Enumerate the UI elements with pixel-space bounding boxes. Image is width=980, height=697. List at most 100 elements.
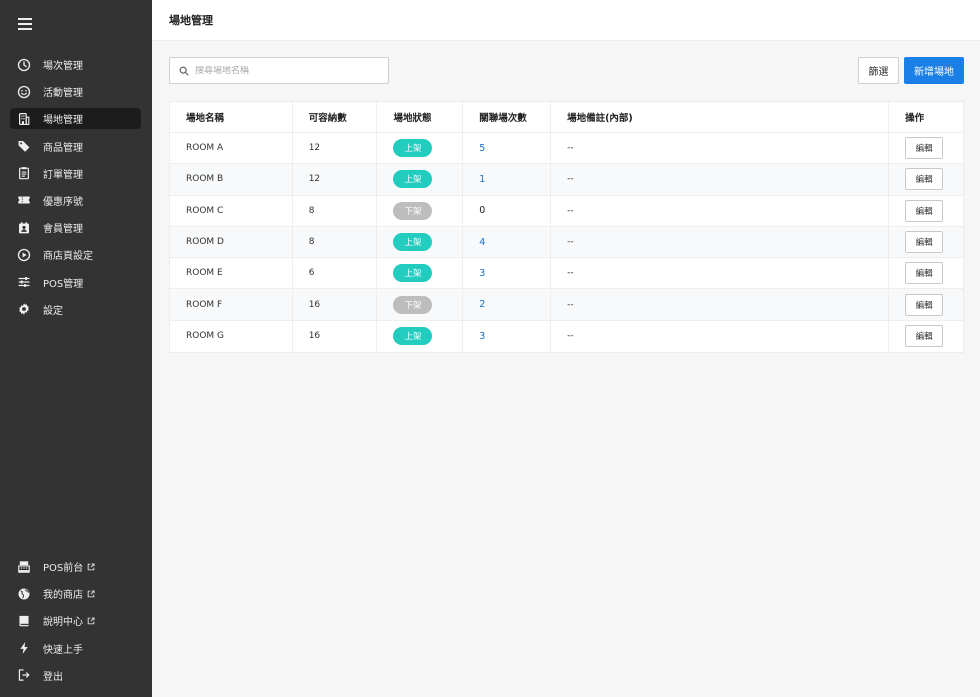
edit-button[interactable]: 編輯 — [905, 325, 944, 348]
table-row: ROOM E 6 上架 3 -- 編輯 — [170, 258, 963, 290]
filter-button[interactable]: 篩選 — [858, 57, 899, 84]
capacity-cell: 6 — [293, 258, 378, 289]
sidebar-item-clock[interactable]: 場次管理 — [10, 54, 141, 75]
actions-cell: 編輯 — [889, 164, 963, 194]
sidebar: 場次管理活動管理場地管理商品管理訂單管理優惠序號會員管理商店頁設定 POS管理設定… — [0, 0, 152, 697]
sidebar-bottom-nav: POS前台我的商店說明中心快速上手登出 — [10, 556, 141, 692]
table-body: ROOM A 12 上架 5 -- 編輯 ROOM B 12 上架 1 -- 編輯 ROOM C 8 下架 0… — [170, 133, 963, 353]
member-icon — [17, 221, 31, 235]
status-badge[interactable]: 上架 — [393, 264, 433, 283]
gear-icon — [17, 302, 31, 316]
sidebar-bottom-item-globe[interactable]: 我的商店 — [10, 583, 141, 604]
sidebar-item-label: 設定 — [43, 305, 63, 317]
actions-cell: 編輯 — [889, 227, 963, 257]
capacity-cell: 8 — [293, 195, 378, 226]
add-venue-button[interactable]: 新增場地 — [904, 57, 964, 84]
sidebar-bottom-item-register[interactable]: POS前台 — [10, 556, 141, 577]
play-circle-icon — [17, 248, 31, 262]
external-link-icon — [87, 562, 95, 570]
venue-name-cell: ROOM B — [170, 164, 293, 195]
sidebar-item-label: 優惠序號 — [43, 196, 83, 208]
note-cell: -- — [551, 320, 890, 353]
sidebar-item-gear[interactable]: 設定 — [10, 299, 141, 320]
sidebar-bottom-item-bolt[interactable]: 快速上手 — [10, 638, 141, 659]
status-cell: 上架 — [377, 320, 464, 353]
status-badge[interactable]: 下架 — [393, 295, 433, 314]
globe-icon — [17, 587, 31, 601]
venue-name-cell: ROOM G — [170, 320, 293, 353]
sessions-count-link[interactable]: 3 — [479, 268, 485, 279]
sidebar-item-label: 登出 — [43, 671, 63, 683]
status-badge[interactable]: 下架 — [393, 201, 433, 220]
sessions-count-link[interactable]: 2 — [479, 299, 485, 310]
sidebar-item-label: 商店頁設定 — [43, 251, 93, 263]
clock-icon — [17, 58, 31, 72]
logout-icon — [17, 668, 31, 682]
note-cell: -- — [551, 226, 890, 258]
capacity-cell: 12 — [293, 164, 378, 195]
sidebar-item-member[interactable]: 會員管理 — [10, 217, 141, 238]
status-badge[interactable]: 上架 — [393, 327, 433, 346]
top-bar: 場地管理 — [152, 0, 980, 41]
edit-button[interactable]: 編輯 — [905, 168, 944, 191]
sidebar-item-label: 活動管理 — [43, 88, 83, 100]
sessions-cell: 3 — [463, 258, 552, 289]
sidebar-bottom-item-logout[interactable]: 登出 — [10, 665, 141, 686]
table-row: ROOM D 8 上架 4 -- 編輯 — [170, 226, 963, 259]
sidebar-item-label: 我的商店 — [43, 590, 83, 602]
menu-icon[interactable] — [18, 18, 32, 30]
status-badge[interactable]: 上架 — [393, 139, 433, 158]
search-box[interactable] — [169, 57, 389, 84]
toolbar: 篩選 新增場地 — [169, 57, 964, 84]
bolt-icon — [17, 641, 31, 655]
sidebar-item-ticket[interactable]: 優惠序號 — [10, 190, 141, 211]
edit-button[interactable]: 編輯 — [905, 293, 944, 316]
building-icon — [17, 112, 31, 126]
status-badge[interactable]: 上架 — [393, 233, 433, 252]
sidebar-bottom-item-book[interactable]: 說明中心 — [10, 610, 141, 631]
sidebar-item-label: POS前台 — [43, 563, 84, 574]
column-header-name: 場地名稱 — [170, 102, 293, 132]
search-input[interactable] — [195, 65, 375, 76]
sidebar-item-clipboard[interactable]: 訂單管理 — [10, 163, 141, 184]
edit-button[interactable]: 編輯 — [905, 199, 944, 222]
sidebar-nav: 場次管理活動管理場地管理商品管理訂單管理優惠序號會員管理商店頁設定 POS管理設定 — [10, 54, 141, 326]
sessions-count-link[interactable]: 1 — [479, 174, 485, 185]
note-cell: -- — [551, 133, 890, 164]
smile-icon — [17, 85, 31, 99]
column-header-actions: 操作 — [905, 113, 925, 124]
sidebar-item-tag[interactable]: 商品管理 — [10, 136, 141, 157]
sidebar-item-label: 會員管理 — [43, 224, 83, 236]
status-badge[interactable]: 上架 — [393, 170, 433, 189]
sidebar-item-label: 訂單管理 — [43, 169, 83, 181]
note-cell: -- — [551, 289, 890, 320]
venue-name-cell: ROOM C — [170, 195, 293, 226]
sidebar-item-building[interactable]: 場地管理 — [10, 108, 141, 130]
status-cell: 上架 — [377, 226, 464, 258]
edit-button[interactable]: 編輯 — [905, 137, 944, 160]
sessions-count-link[interactable]: 5 — [479, 143, 485, 154]
capacity-cell: 16 — [293, 320, 378, 353]
sessions-count-link[interactable]: 3 — [479, 331, 485, 342]
edit-button[interactable]: 編輯 — [905, 231, 944, 254]
venue-name-cell: ROOM D — [170, 226, 293, 258]
sessions-count-link[interactable]: 4 — [479, 237, 485, 248]
external-link-icon — [87, 617, 95, 625]
page-title: 場地管理 — [169, 14, 213, 27]
column-header-note: 場地備註(內部) — [551, 102, 890, 132]
edit-button[interactable]: 編輯 — [905, 262, 944, 285]
sidebar-item-smile[interactable]: 活動管理 — [10, 81, 141, 102]
sessions-cell: 4 — [463, 226, 552, 258]
sidebar-item-sliders[interactable]: POS管理 — [10, 272, 141, 293]
sidebar-item-play-circle[interactable]: 商店頁設定 — [10, 244, 141, 265]
venue-table: 場地名稱 可容納數 場地狀態 關聯場次數 場地備註(內部) 操作 ROOM A1… — [169, 101, 964, 354]
sidebar-item-label: POS管理 — [43, 278, 84, 290]
status-cell: 上架 — [377, 258, 464, 289]
sessions-cell: 3 — [463, 320, 552, 353]
sidebar-item-label: 說明中心 — [43, 617, 83, 629]
column-header-sessions: 關聯場次數 — [463, 102, 552, 132]
table-row: ROOM F 16 下架 2 -- 編輯 — [170, 289, 963, 321]
sidebar-item-label: 場次管理 — [43, 61, 83, 72]
sessions-cell: 0 — [463, 195, 552, 226]
actions-cell: 編輯 — [889, 321, 963, 352]
